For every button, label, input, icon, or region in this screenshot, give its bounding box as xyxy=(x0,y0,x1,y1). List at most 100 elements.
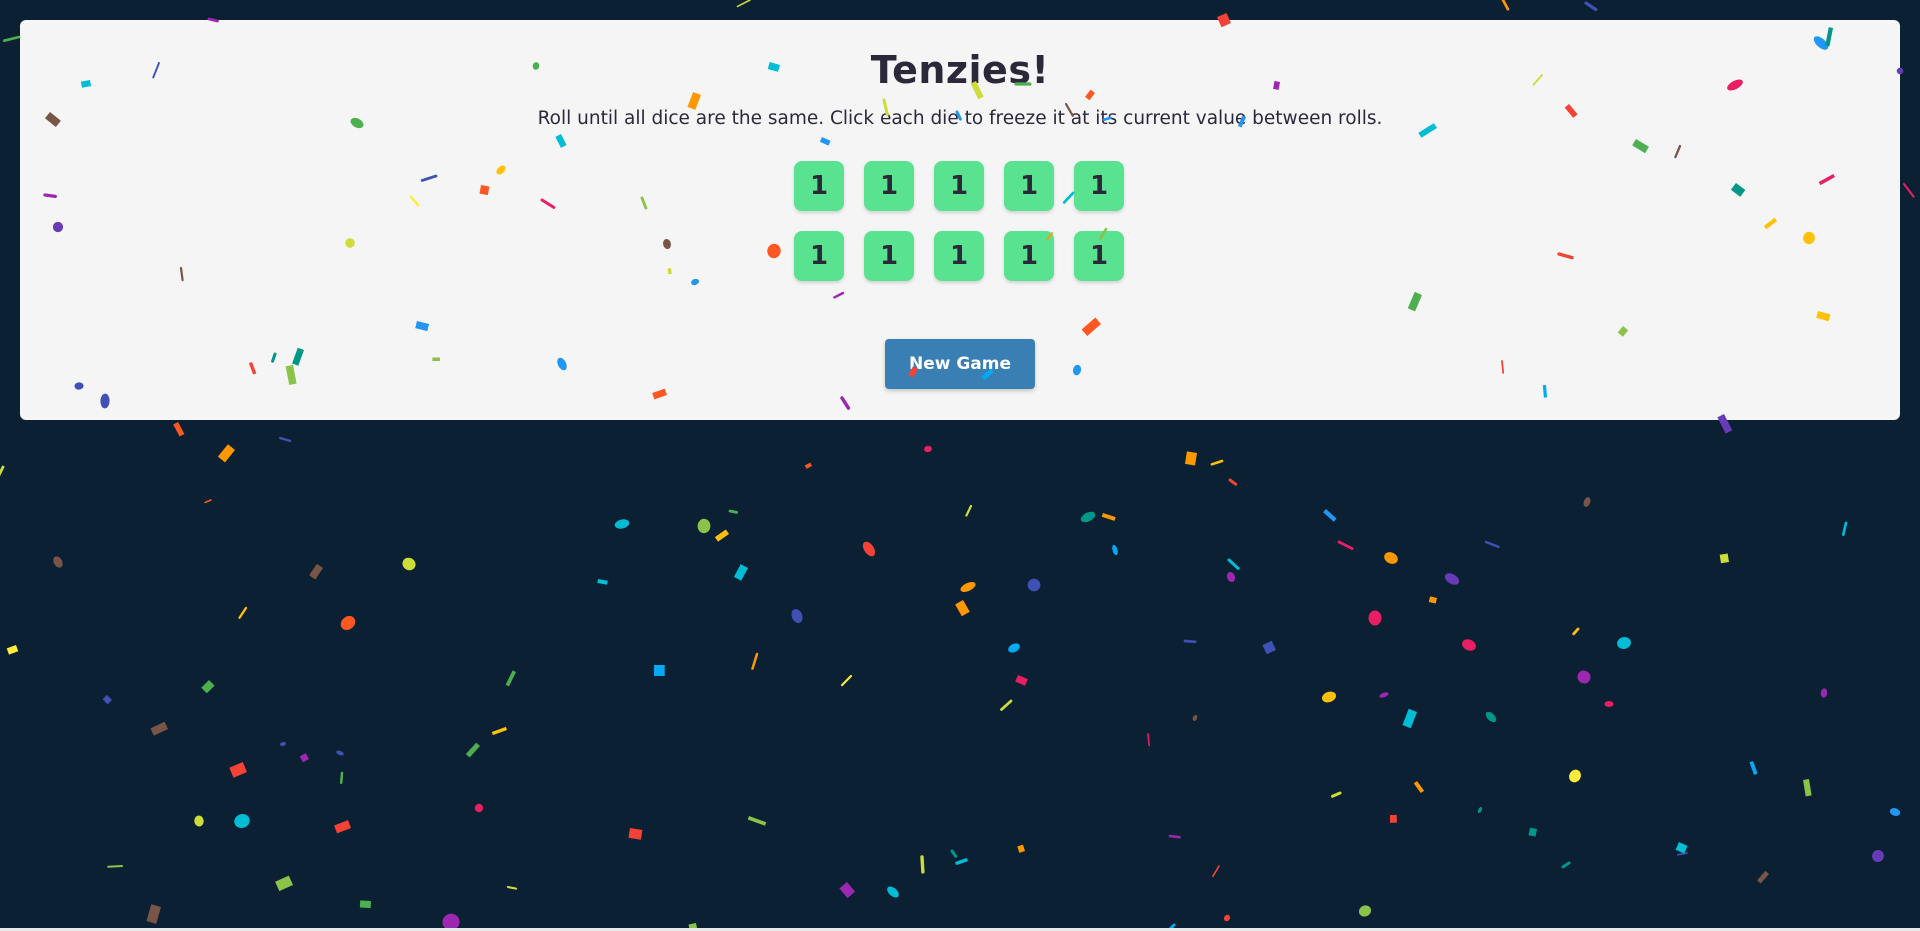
confetti-piece xyxy=(1080,511,1096,523)
confetti-piece xyxy=(1572,627,1580,636)
die-1[interactable]: 1 xyxy=(794,161,844,211)
confetti-piece xyxy=(1390,815,1397,823)
confetti-piece xyxy=(1820,688,1828,698)
die-10[interactable]: 1 xyxy=(1074,231,1124,281)
die-8[interactable]: 1 xyxy=(934,231,984,281)
confetti-piece xyxy=(1719,553,1729,564)
die-2[interactable]: 1 xyxy=(864,161,914,211)
confetti-piece xyxy=(1168,834,1181,839)
confetti-piece xyxy=(1368,610,1382,626)
confetti-piece xyxy=(1902,182,1915,198)
confetti-piece xyxy=(1749,761,1758,775)
confetti-piece xyxy=(1262,640,1276,655)
confetti-piece xyxy=(234,813,250,829)
confetti-piece xyxy=(1675,842,1688,854)
confetti-piece xyxy=(506,885,518,890)
confetti-piece xyxy=(1112,544,1118,556)
confetti-piece xyxy=(733,564,748,581)
confetti-piece xyxy=(53,556,63,568)
die-5[interactable]: 1 xyxy=(1074,161,1124,211)
confetti-piece xyxy=(965,504,973,517)
confetti-piece xyxy=(1604,700,1614,708)
confetti-piece xyxy=(173,422,185,437)
new-game-button[interactable]: New Game xyxy=(885,339,1035,389)
confetti-piece xyxy=(1561,861,1571,869)
confetti-piece xyxy=(747,816,767,826)
game-card: Tenzies! Roll until all dice are the sam… xyxy=(20,20,1900,420)
confetti-piece xyxy=(229,762,247,778)
confetti-piece xyxy=(1358,905,1372,917)
confetti-piece xyxy=(1323,509,1337,522)
confetti-piece xyxy=(1577,670,1591,684)
confetti-piece xyxy=(280,741,286,747)
confetti-piece xyxy=(1841,521,1848,536)
confetti-piece xyxy=(1428,596,1438,604)
confetti-piece xyxy=(1228,478,1238,486)
confetti-piece xyxy=(1485,711,1497,723)
confetti-piece xyxy=(102,694,112,705)
confetti-piece xyxy=(0,465,5,477)
confetti-piece xyxy=(1379,692,1389,698)
confetti-piece xyxy=(950,849,958,858)
confetti-piece xyxy=(628,828,643,840)
confetti-piece xyxy=(1757,870,1769,884)
confetti-piece xyxy=(299,753,310,763)
confetti-piece xyxy=(1444,573,1460,585)
confetti-piece xyxy=(309,563,324,580)
confetti-piece xyxy=(1528,827,1537,837)
confetti-piece xyxy=(960,582,976,592)
confetti-piece xyxy=(887,886,899,898)
confetti-piece xyxy=(1889,808,1901,816)
confetti-piece xyxy=(614,519,630,529)
confetti-piece xyxy=(1413,781,1425,794)
confetti-piece xyxy=(1321,691,1337,703)
die-9[interactable]: 1 xyxy=(1004,231,1054,281)
die-4[interactable]: 1 xyxy=(1004,161,1054,211)
confetti-piece xyxy=(1402,708,1417,729)
confetti-piece xyxy=(1027,578,1041,592)
confetti-piece xyxy=(474,803,484,813)
confetti-piece xyxy=(1583,497,1591,507)
confetti-piece xyxy=(1462,639,1476,651)
confetti-piece xyxy=(6,645,19,655)
confetti-piece xyxy=(491,726,507,736)
confetti-piece xyxy=(278,436,292,443)
confetti-piece xyxy=(1000,699,1013,711)
confetti-piece xyxy=(275,875,294,892)
confetti-piece xyxy=(204,499,212,504)
confetti-piece xyxy=(1477,806,1483,814)
confetti-piece xyxy=(339,771,344,784)
confetti-piece xyxy=(1584,1,1598,12)
confetti-piece xyxy=(1223,914,1231,922)
confetti-piece xyxy=(1384,552,1398,564)
die-7[interactable]: 1 xyxy=(864,231,914,281)
confetti-piece xyxy=(146,904,162,924)
die-6[interactable]: 1 xyxy=(794,231,844,281)
confetti-piece xyxy=(334,820,351,834)
confetti-piece xyxy=(505,670,516,687)
confetti-piece xyxy=(955,599,970,617)
confetti-piece xyxy=(1017,844,1026,853)
confetti-piece xyxy=(465,742,480,758)
confetti-piece xyxy=(1015,674,1028,686)
confetti-piece xyxy=(359,900,371,909)
confetti-piece xyxy=(217,444,236,463)
confetti-piece xyxy=(340,615,356,631)
die-3[interactable]: 1 xyxy=(934,161,984,211)
confetti-piece xyxy=(1101,513,1116,521)
confetti-piece xyxy=(194,815,204,827)
game-title: Tenzies! xyxy=(870,48,1050,92)
confetti-piece xyxy=(1008,643,1020,653)
app-root: Tenzies! Roll until all dice are the sam… xyxy=(0,0,1920,931)
confetti-piece xyxy=(840,674,853,687)
confetti-piece xyxy=(1210,459,1224,466)
confetti-piece xyxy=(862,541,876,557)
confetti-piece xyxy=(955,858,968,865)
confetti-piece xyxy=(402,557,416,571)
confetti-piece xyxy=(920,855,925,874)
confetti-piece xyxy=(751,652,759,670)
confetti-piece xyxy=(238,606,248,619)
confetti-piece xyxy=(1617,637,1631,649)
confetti-piece xyxy=(1501,0,1510,11)
confetti-piece xyxy=(1484,540,1500,549)
